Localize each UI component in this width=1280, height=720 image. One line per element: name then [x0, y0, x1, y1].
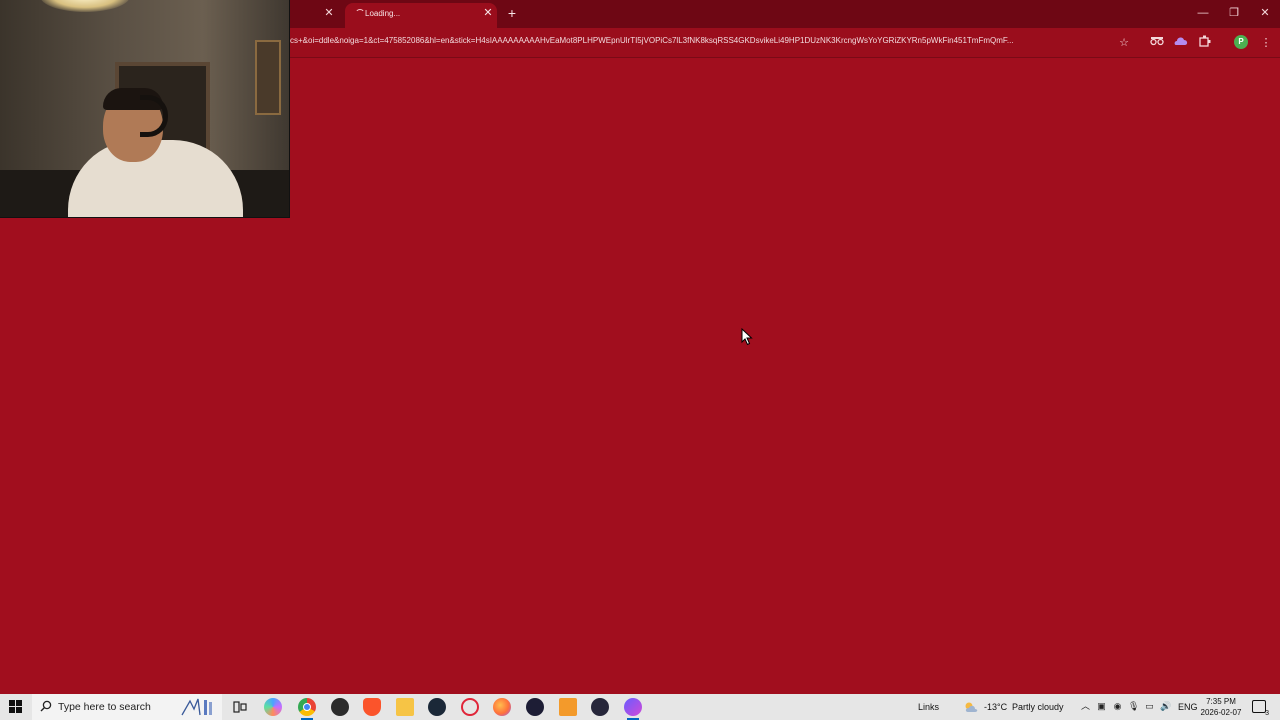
chrome-icon[interactable] — [298, 698, 316, 720]
address-bar[interactable]: cs+&oi=ddle&noiga=1&ct=475852086&hl=en&s… — [290, 36, 1110, 45]
webcam-border — [0, 0, 290, 218]
restore-button[interactable]: ❐ — [1226, 5, 1242, 21]
clock-date: 2026-02-07 — [1200, 708, 1242, 717]
clock-time: 7:35 PM — [1206, 697, 1236, 706]
search-placeholder: Type here to search — [58, 701, 151, 713]
previous-tab-close-icon[interactable]: ✕ — [322, 6, 336, 20]
firefox-icon[interactable] — [493, 698, 511, 716]
links-toolbar[interactable]: Links — [918, 702, 939, 712]
show-hidden-icons-chevron-icon[interactable]: ︿ — [1080, 701, 1091, 712]
input-language[interactable]: ENG — [1178, 702, 1198, 712]
search-highlight-illustration-icon — [181, 698, 212, 716]
close-window-button[interactable]: ✕ — [1257, 5, 1273, 21]
start-button[interactable] — [9, 700, 23, 714]
network-icon[interactable]: ▭ — [1144, 701, 1155, 712]
loading-spinner-icon — [355, 9, 365, 19]
media-player-icon[interactable] — [526, 698, 544, 716]
webcam-overlay — [0, 0, 290, 218]
weather-icon[interactable] — [964, 701, 978, 712]
tray-app-icon[interactable]: ▣ — [1096, 701, 1107, 712]
copilot-icon[interactable] — [264, 698, 282, 716]
tab-title: Loading... — [365, 9, 401, 18]
browser-menu-icon[interactable]: ⋮ — [1258, 35, 1274, 51]
brave-icon[interactable] — [363, 698, 381, 716]
notification-count: 3 — [1265, 710, 1269, 717]
tab-close-icon[interactable]: ✕ — [482, 7, 494, 19]
microphone-icon[interactable]: 🎙 — [1128, 701, 1139, 712]
system-clock[interactable]: 7:35 PM 2026-02-07 — [1196, 696, 1246, 718]
weather-condition[interactable]: Partly cloudy — [1012, 702, 1064, 712]
new-tab-button[interactable]: + — [505, 5, 519, 21]
tab-loading[interactable]: Loading... ✕ — [345, 3, 497, 28]
dark-app-icon[interactable] — [331, 698, 349, 716]
extensions-puzzle-icon[interactable] — [1197, 35, 1213, 51]
steam-icon[interactable] — [428, 698, 446, 716]
task-view-icon[interactable] — [231, 698, 249, 716]
taskbar-search-box[interactable]: Type here to search — [32, 694, 222, 720]
bookmark-star-icon[interactable]: ☆ — [1116, 35, 1132, 51]
extension-cloud-icon[interactable] — [1173, 35, 1189, 51]
opera-icon[interactable] — [461, 698, 479, 716]
search-icon — [40, 700, 52, 712]
tray-recording-icon[interactable]: ◉ — [1112, 701, 1123, 712]
weather-temperature[interactable]: -13°C — [984, 702, 1007, 712]
taskbar: Type here to search Links -13°C Partly c… — [0, 694, 1280, 720]
volume-icon[interactable]: 🔊 — [1160, 701, 1171, 712]
arrow-app-icon[interactable] — [591, 698, 609, 716]
profile-avatar[interactable]: P — [1234, 35, 1248, 49]
file-explorer-icon[interactable] — [396, 698, 414, 716]
notification-center-icon[interactable]: 3 — [1252, 700, 1269, 717]
minimize-button[interactable]: — — [1195, 5, 1211, 21]
orange-app-icon[interactable] — [559, 698, 577, 716]
purple-app-icon[interactable] — [624, 698, 642, 720]
incognito-extension-icon[interactable] — [1149, 35, 1165, 51]
